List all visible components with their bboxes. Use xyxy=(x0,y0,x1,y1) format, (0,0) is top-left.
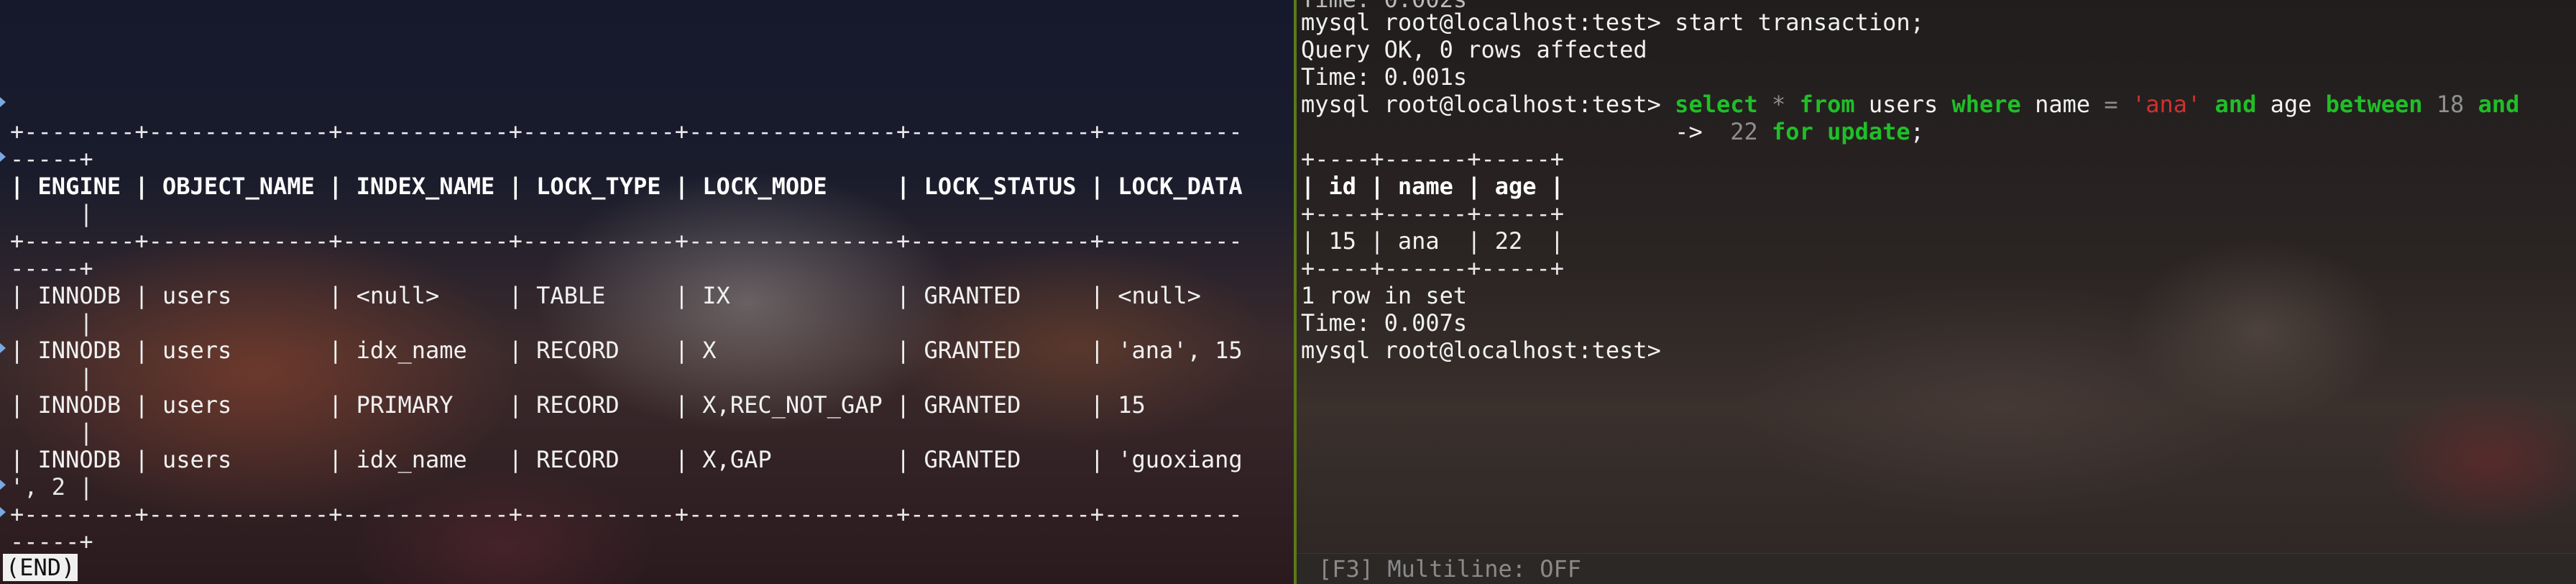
sql-keyword: and xyxy=(2478,91,2520,118)
status-bar: [F3] Multiline: OFF xyxy=(1297,553,2576,584)
table-border-top: +--------+-------------+------------+---… xyxy=(10,118,1243,145)
multiline-status: [F3] Multiline: OFF xyxy=(1318,555,1582,583)
scroll-marker-icon xyxy=(0,480,6,490)
table-border-mid-wrap: -----+ xyxy=(10,255,93,282)
table-border-top-wrap: -----+ xyxy=(10,145,93,173)
table-row: | INNODB | users | idx_name | RECORD | X… xyxy=(10,446,1243,473)
result-border: +----+------+-----+ xyxy=(1301,200,1565,227)
table-header-wrap: | xyxy=(10,200,93,227)
result-header: | id | name | age | xyxy=(1301,173,1565,200)
scroll-marker-icon xyxy=(0,507,6,517)
timing-line: Time: 0.007s xyxy=(1301,309,1468,337)
table-row: | INNODB | users | idx_name | RECORD | X… xyxy=(10,337,1243,364)
sql-continuation-line: -> 22 for update; xyxy=(1301,118,1924,145)
scroll-marker-icon xyxy=(0,343,6,353)
sql-operator: * xyxy=(1772,91,1786,118)
table-row-wrap: ', 2 | xyxy=(10,473,93,501)
continuation-prompt: -> xyxy=(1675,118,1703,145)
prompt: mysql root@localhost:test> xyxy=(1301,9,1661,36)
sql-keyword: where xyxy=(1951,91,2021,118)
sql-semicolon: ; xyxy=(1910,118,1924,145)
scroll-marker-icon xyxy=(0,97,6,107)
sql-keyword: between xyxy=(2325,91,2423,118)
sql-identifier: users xyxy=(1868,91,1938,118)
table-row-wrap: | xyxy=(10,419,93,446)
sql-number: 18 xyxy=(2436,91,2465,118)
table-border-bottom-wrap: -----+ xyxy=(10,528,93,555)
query-ok-message: Query OK, 0 rows affected xyxy=(1301,36,1647,63)
sql-number: 22 xyxy=(1730,118,1758,145)
right-terminal-pane[interactable]: Time: 0.002s mysql root@localhost:test> … xyxy=(1297,0,2576,584)
table-row-wrap: | xyxy=(10,364,93,391)
final-prompt[interactable]: mysql root@localhost:test> xyxy=(1301,337,1661,364)
result-border: +----+------+-----+ xyxy=(1301,145,1565,173)
timing-line: Time: 0.001s xyxy=(1301,63,1468,91)
sql-keyword: from xyxy=(1799,91,1855,118)
sql-keyword: and xyxy=(2214,91,2257,118)
table-border-bottom: +--------+-------------+------------+---… xyxy=(10,501,1243,528)
result-row: | 15 | ana | 22 | xyxy=(1301,227,1565,255)
sql-query-line: mysql root@localhost:test> select * from… xyxy=(1301,91,2519,118)
sql-identifier: age xyxy=(2270,91,2312,118)
pager-end-indicator: (END) xyxy=(3,554,78,581)
row-count-line: 1 row in set xyxy=(1301,282,1468,309)
result-border: +----+------+-----+ xyxy=(1301,255,1565,282)
table-header-row: | ENGINE | OBJECT_NAME | INDEX_NAME | LO… xyxy=(10,173,1243,200)
table-border-mid: +--------+-------------+------------+---… xyxy=(10,227,1243,255)
table-row: | INNODB | users | <null> | TABLE | IX |… xyxy=(10,282,1201,309)
sql-operator: = xyxy=(2104,91,2118,118)
sql-keyword: select xyxy=(1675,91,1758,118)
left-terminal-pane[interactable]: +--------+-------------+------------+---… xyxy=(0,0,1294,584)
command-line: mysql root@localhost:test> start transac… xyxy=(1301,9,1924,36)
prompt: mysql root@localhost:test> xyxy=(1301,91,1661,118)
scroll-marker-icon xyxy=(0,152,6,162)
table-row-wrap: | xyxy=(10,309,93,337)
table-row: | INNODB | users | PRIMARY | RECORD | X,… xyxy=(10,391,1146,419)
sql-keyword: for update xyxy=(1772,118,1910,145)
sql-string: 'ana' xyxy=(2131,91,2202,118)
sql-identifier: name xyxy=(2035,91,2091,118)
command-text: start transaction; xyxy=(1675,9,1924,36)
